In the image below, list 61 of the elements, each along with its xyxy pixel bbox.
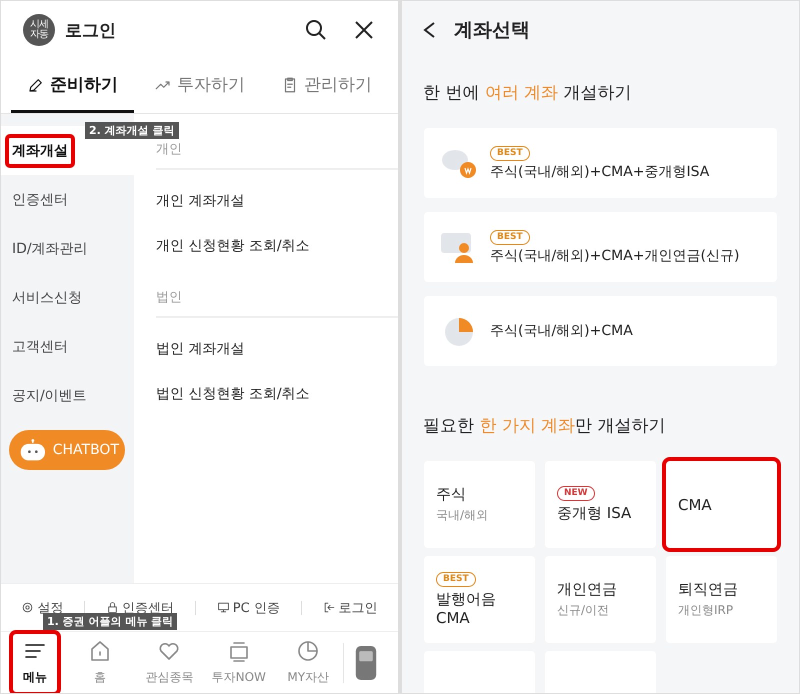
annotation-tooltip: 2. 계좌개설 클릭 (85, 122, 178, 139)
card-subtitle: 신규/이전 (557, 602, 610, 619)
menu-link[interactable]: 개인 계좌개설 (156, 178, 244, 223)
best-badge: BEST (490, 146, 530, 160)
card-title: 퇴직연금 (678, 580, 738, 599)
card-title: 개인연금 (557, 580, 617, 599)
section-heading: 필요한 한 가지 계좌만 개설하기 (422, 415, 667, 437)
section-heading: 한 번에 여러 계좌 개설하기 (422, 82, 633, 104)
account-type-card[interactable]: 개인연금 신규/이전 (545, 556, 656, 643)
account-option-card[interactable]: 주식(국내/해외)+CMA (424, 296, 777, 366)
nav-item[interactable]: 홈 (65, 634, 134, 692)
login-icon (322, 601, 336, 614)
menu-link[interactable]: 법인 계좌개설 (156, 326, 244, 371)
account-option-card[interactable]: BEST 주식(국내/해외)+CMA+중개형ISA (424, 128, 777, 198)
product-badge: BEST (436, 572, 476, 587)
nav-item[interactable]: MY자산 (274, 634, 343, 692)
menu-link[interactable]: 법인 신청현황 조회/취소 (156, 371, 310, 416)
best-badge: BEST (490, 230, 530, 244)
menu-link[interactable]: 개인 신청현황 조회/취소 (156, 223, 310, 268)
card-title: CMA (678, 496, 712, 514)
avatar: 시세 자동 (23, 14, 55, 46)
tab[interactable]: 관리하기 (265, 59, 388, 113)
header-title: 로그인 (65, 20, 117, 42)
option-title: 주식(국내/해외)+CMA (490, 322, 633, 340)
card-title: 주식 (436, 485, 466, 504)
section-title: 개인 (156, 140, 398, 170)
account-option-card[interactable]: BEST 주식(국내/해외)+CMA+개인연금(신규) (424, 212, 777, 282)
account-type-card[interactable]: 퇴직연금 개인형IRP (666, 556, 777, 643)
settings-icon (21, 601, 34, 614)
sidebar-item[interactable]: 공지/이벤트 (1, 371, 134, 420)
sidebar-item[interactable]: ID/계좌관리 (1, 224, 134, 273)
card-title: 발행어음 CMA (436, 590, 497, 627)
card-subtitle: 국내/해외 (436, 507, 488, 524)
robot-icon (19, 437, 47, 463)
account-type-card[interactable]: CMA (666, 461, 777, 548)
nav-item[interactable]: 투자NOW (204, 634, 274, 692)
search-icon (304, 18, 328, 42)
sidebar-item[interactable]: 고객센터 (1, 322, 134, 371)
tab[interactable]: 투자하기 (138, 59, 261, 113)
card-title: 중개형 ISA (557, 504, 632, 523)
option-title: 주식(국내/해외)+CMA+개인연금(신규) (490, 246, 740, 264)
screen-title: 계좌선택 (454, 18, 530, 43)
option-title: 주식(국내/해외)+CMA+중개형ISA (490, 162, 710, 180)
product-badge: NEW (557, 486, 595, 501)
annotation-tooltip: 1. 증권 어플의 메뉴 클릭 (43, 613, 178, 630)
footer-link[interactable]: 로그인 (322, 598, 378, 616)
lock-icon (106, 601, 120, 614)
nav-item[interactable]: 메뉴 (13, 634, 57, 692)
card-subtitle: 개인형IRP (678, 602, 734, 619)
account-type-card[interactable]: NEW 중개형 ISA (545, 461, 656, 548)
piggy-bank-coin-icon (440, 147, 478, 179)
pie-chart-icon (296, 639, 320, 663)
footer-link[interactable]: PC 인증 (216, 598, 280, 616)
sidebar-item[interactable]: 서비스신청 (1, 273, 134, 322)
section-title: 법인 (156, 288, 398, 318)
nav-item[interactable]: 관심종목 (134, 634, 204, 692)
account-type-card[interactable]: BEST 발행어음 CMA (424, 556, 535, 643)
sidebar-item[interactable]: 인증센터 (1, 175, 134, 224)
monitor-icon (216, 601, 230, 614)
account-type-card[interactable]: 주식 국내/해외 (424, 461, 535, 548)
phone-icon (354, 646, 378, 680)
